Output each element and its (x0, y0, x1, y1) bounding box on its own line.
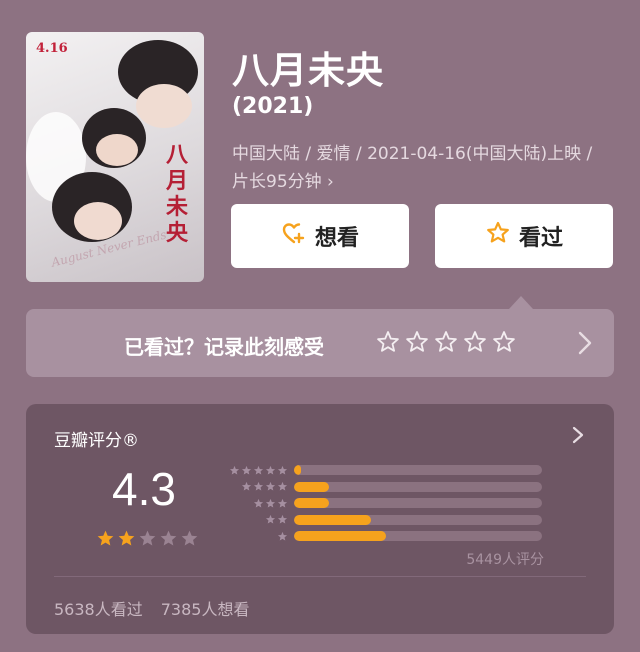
rate-star-icon[interactable] (434, 330, 458, 358)
rating-label: 豆瓣评分® (54, 431, 139, 451)
row-stars (222, 527, 288, 546)
distribution-bar (294, 531, 386, 542)
poster-date: 4.16 (36, 41, 68, 56)
star-empty-icon (180, 529, 199, 552)
distribution-track (294, 498, 542, 509)
rate-star-icon[interactable] (405, 330, 429, 358)
poster-shape (136, 84, 192, 128)
chevron-right-icon (578, 331, 592, 359)
distribution-track (294, 465, 542, 475)
star-empty-icon (138, 529, 157, 552)
distribution-bar (294, 514, 371, 525)
distribution-bar (294, 498, 329, 509)
rating-count: 5449人评分 (466, 552, 544, 568)
seen-count[interactable]: 5638人看过 (54, 596, 143, 620)
distribution-row (222, 528, 542, 544)
distribution-row (222, 512, 542, 528)
want-label: 想看 (314, 226, 359, 251)
divider (54, 576, 586, 577)
distribution-track (294, 531, 542, 542)
distribution-row (222, 479, 542, 495)
rating-stars (96, 529, 199, 552)
star-outline-icon (485, 220, 511, 252)
distribution-bar (294, 481, 329, 492)
want-count[interactable]: 7385人想看 (161, 596, 250, 620)
star-filled-icon (96, 529, 115, 552)
watch-stats: 5638人看过 7385人想看 (54, 596, 249, 620)
distribution-bar (294, 465, 302, 475)
callout-pointer (509, 296, 533, 309)
movie-poster[interactable]: 4.16 八月未央 August Never Ends (26, 32, 204, 282)
rate-star-icon[interactable] (492, 330, 516, 358)
rate-prompt-bar[interactable]: 已看过？记录此刻感受 (26, 309, 614, 377)
distribution-track (294, 481, 542, 492)
movie-title: 八月未央 (232, 49, 384, 92)
douban-rating-card[interactable]: 豆瓣评分® 4.3 5449人评分 5638人看过 7385人想看 (26, 404, 614, 634)
tiny-star-icon (277, 527, 288, 546)
poster-shape (96, 134, 138, 166)
rate-stars[interactable] (376, 330, 516, 358)
poster-shape (74, 202, 122, 240)
heart-plus-icon (281, 220, 307, 252)
seen-label: 看过 (518, 226, 563, 251)
rate-prompt-text: 已看过？记录此刻感受 (124, 335, 324, 359)
rating-score: 4.3 (112, 463, 176, 515)
rating-distribution (222, 462, 542, 545)
rate-star-icon[interactable] (463, 330, 487, 358)
star-empty-icon (159, 529, 178, 552)
distribution-row (222, 495, 542, 511)
chevron-right-icon (572, 426, 584, 448)
poster-title: 八月未央 (166, 142, 189, 246)
distribution-row (222, 462, 542, 478)
star-filled-icon (117, 529, 136, 552)
distribution-track (294, 514, 542, 525)
rate-star-icon[interactable] (376, 330, 400, 358)
want-to-watch-button[interactable]: 想看 (231, 204, 409, 268)
movie-meta[interactable]: 中国大陆 / 爱情 / 2021-04-16(中国大陆)上映 / 片长95分钟 … (232, 140, 608, 196)
movie-year: (2021) (232, 94, 314, 119)
watched-button[interactable]: 看过 (435, 204, 613, 268)
